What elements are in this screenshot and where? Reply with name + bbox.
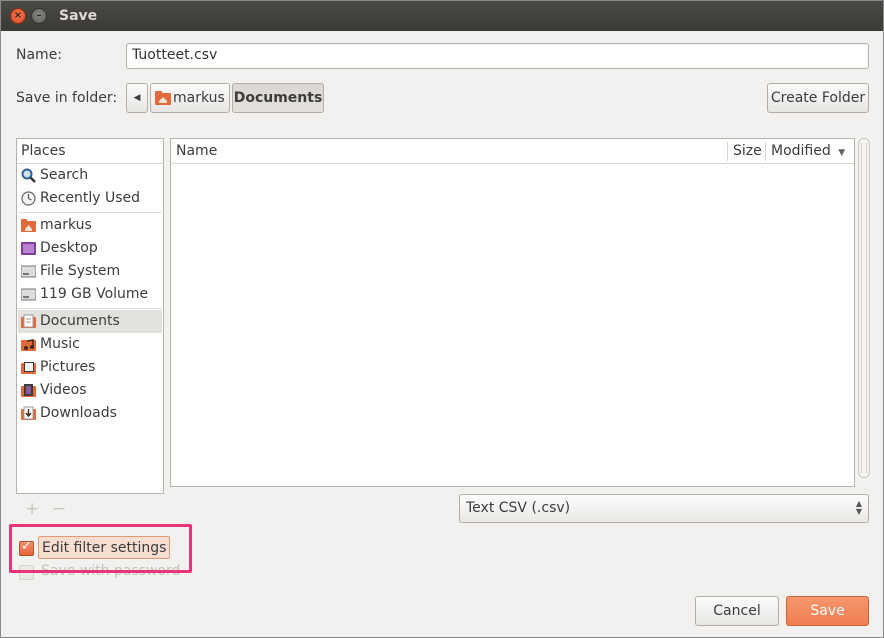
places-divider bbox=[18, 212, 162, 213]
cancel-button[interactable]: Cancel bbox=[695, 596, 779, 626]
name-label: Name: bbox=[16, 47, 63, 63]
save-button[interactable]: Save bbox=[786, 596, 869, 626]
filename-input[interactable]: Tuotteet.csv bbox=[126, 43, 869, 69]
path-label-markus: markus bbox=[173, 90, 225, 106]
place-label: markus bbox=[40, 217, 92, 233]
save-dialog: × – Save Name: Tuotteet.csv Save in fold… bbox=[0, 0, 884, 638]
place-label: Recently Used bbox=[40, 190, 141, 206]
place-label: Search bbox=[40, 167, 89, 183]
videos-folder-icon bbox=[21, 384, 36, 397]
pictures-folder-icon bbox=[21, 362, 36, 374]
desktop-icon bbox=[21, 242, 36, 255]
search-icon bbox=[21, 168, 36, 183]
place-label: Desktop bbox=[40, 240, 98, 256]
place-item-pictures[interactable]: Pictures bbox=[18, 356, 162, 379]
file-list[interactable]: Name Size Modified ▼ bbox=[170, 138, 855, 487]
home-folder-icon bbox=[21, 219, 36, 232]
updown-arrows-icon: ▲ ▼ bbox=[855, 499, 862, 516]
drive-icon bbox=[21, 288, 36, 301]
home-folder-icon bbox=[155, 91, 171, 105]
column-header-name[interactable]: Name bbox=[171, 139, 726, 164]
places-divider bbox=[18, 308, 162, 309]
file-list-scrollbar[interactable] bbox=[858, 138, 870, 478]
minimize-icon: – bbox=[36, 10, 42, 21]
chevron-left-icon: ◀ bbox=[133, 93, 141, 103]
title-bar: × – Save bbox=[1, 1, 883, 31]
place-item-music[interactable]: Music bbox=[18, 333, 162, 356]
path-button-documents[interactable]: Documents bbox=[232, 83, 324, 113]
file-list-header: Name Size Modified ▼ bbox=[171, 139, 854, 164]
column-header-modified-label: Modified bbox=[771, 143, 831, 159]
place-item-downloads[interactable]: Downloads bbox=[18, 402, 162, 425]
places-sidebar: Places Search Recently Used markus Deskt… bbox=[16, 138, 164, 494]
column-header-size[interactable]: Size bbox=[728, 139, 765, 164]
minimize-window-button[interactable]: – bbox=[31, 8, 47, 24]
place-item-119gb-volume[interactable]: 119 GB Volume bbox=[18, 283, 162, 306]
window-title: Save bbox=[59, 8, 98, 24]
close-window-button[interactable]: × bbox=[10, 8, 26, 24]
place-item-markus[interactable]: markus bbox=[18, 214, 162, 237]
close-icon: × bbox=[13, 10, 23, 21]
drive-icon bbox=[21, 265, 36, 278]
path-button-markus[interactable]: markus bbox=[150, 83, 230, 113]
annotation-highlight-box bbox=[9, 524, 192, 573]
downloads-folder-icon bbox=[21, 406, 36, 420]
place-label: Pictures bbox=[40, 359, 96, 375]
place-label: Music bbox=[40, 336, 80, 352]
save-in-folder-label: Save in folder: bbox=[16, 90, 118, 106]
file-type-filter-value: Text CSV (.csv) bbox=[466, 500, 571, 516]
path-back-button[interactable]: ◀ bbox=[126, 83, 148, 113]
place-label: Downloads bbox=[40, 405, 117, 421]
place-item-videos[interactable]: Videos bbox=[18, 379, 162, 402]
place-label: File System bbox=[40, 263, 121, 279]
sort-arrow-icon: ▼ bbox=[838, 148, 846, 158]
place-label: Documents bbox=[40, 313, 120, 329]
music-folder-icon bbox=[21, 339, 36, 351]
place-item-recently-used[interactable]: Recently Used bbox=[18, 187, 162, 210]
place-item-documents[interactable]: Documents bbox=[18, 310, 162, 333]
documents-folder-icon bbox=[21, 314, 36, 328]
place-label: 119 GB Volume bbox=[40, 286, 149, 302]
clock-icon bbox=[21, 191, 36, 206]
place-label: Videos bbox=[40, 382, 87, 398]
file-type-filter-select[interactable]: Text CSV (.csv) ▲ ▼ bbox=[459, 494, 869, 523]
place-item-search[interactable]: Search bbox=[18, 164, 162, 187]
column-header-modified[interactable]: Modified ▼ bbox=[766, 139, 854, 164]
create-folder-button[interactable]: Create Folder bbox=[767, 83, 869, 113]
remove-bookmark-button[interactable]: − bbox=[52, 499, 66, 519]
place-item-file-system[interactable]: File System bbox=[18, 260, 162, 283]
place-item-desktop[interactable]: Desktop bbox=[18, 237, 162, 260]
scrollbar-thumb[interactable] bbox=[861, 143, 867, 473]
add-bookmark-button[interactable]: + bbox=[25, 499, 39, 519]
places-header: Places bbox=[17, 139, 163, 164]
path-label-documents: Documents bbox=[233, 90, 323, 106]
